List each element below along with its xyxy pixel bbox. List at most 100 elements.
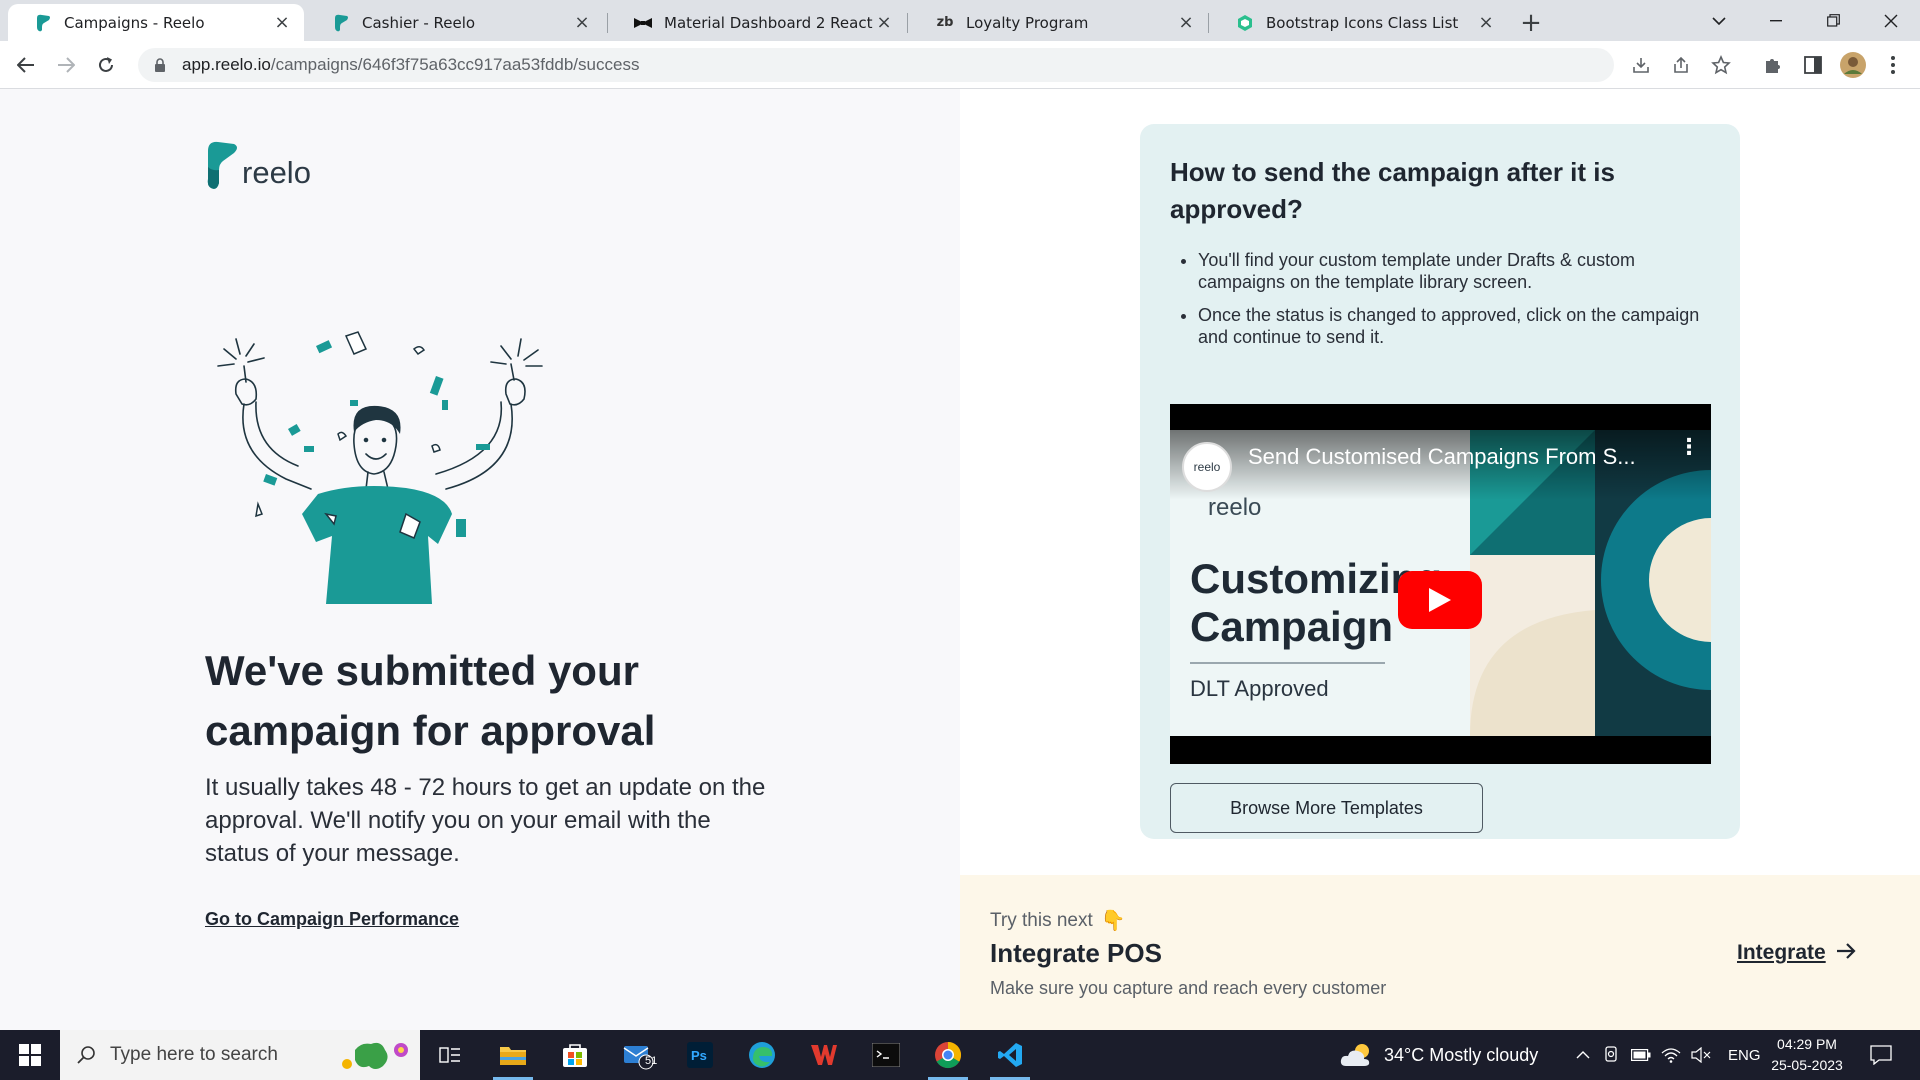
reelo-logo[interactable]: reelo bbox=[206, 139, 311, 191]
notifications-icon[interactable] bbox=[1866, 1030, 1896, 1080]
vscode-icon[interactable] bbox=[982, 1030, 1038, 1080]
try-next-label: Try this next 👇 bbox=[990, 908, 1126, 933]
pointing-hand-icon: 👇 bbox=[1100, 910, 1126, 932]
campaign-performance-link[interactable]: Go to Campaign Performance bbox=[205, 909, 459, 930]
try-next-panel: Try this next 👇 Integrate POS Make sure … bbox=[960, 875, 1920, 1030]
thumbnail-subtitle: DLT Approved bbox=[1190, 676, 1329, 701]
card-title: How to send the campaign after it is app… bbox=[1170, 157, 1615, 224]
tab-cashier-reelo[interactable]: Cashier - Reelo × bbox=[306, 4, 604, 41]
approval-description: It usually takes 48 - 72 hours to get an… bbox=[205, 774, 766, 867]
extensions-puzzle-icon[interactable] bbox=[1760, 52, 1786, 78]
reload-button[interactable] bbox=[90, 49, 122, 81]
thumbnail-brand: reelo bbox=[1208, 494, 1262, 521]
play-button-icon[interactable] bbox=[1398, 571, 1482, 629]
list-item: You'll find your custom template under D… bbox=[1198, 249, 1708, 293]
browser-toolbar: app.reelo.io/campaigns/646f3f75a63cc917a… bbox=[0, 41, 1920, 89]
wifi-icon[interactable] bbox=[1656, 1047, 1686, 1063]
share-icon[interactable] bbox=[1668, 52, 1694, 78]
wps-office-icon[interactable] bbox=[796, 1030, 852, 1080]
clock-time: 04:29 PM bbox=[1777, 1036, 1837, 1052]
weather-widget[interactable]: 34°C Mostly cloudy bbox=[1340, 1030, 1538, 1080]
meet-now-icon[interactable] bbox=[1596, 1046, 1626, 1064]
cloudy-weather-icon bbox=[1340, 1044, 1370, 1066]
microsoft-store-icon[interactable] bbox=[547, 1030, 603, 1080]
close-window-button[interactable] bbox=[1862, 0, 1920, 41]
task-view-icon[interactable] bbox=[422, 1030, 478, 1080]
chrome-icon[interactable] bbox=[920, 1030, 976, 1080]
search-placeholder: Type here to search bbox=[110, 1044, 278, 1065]
guide-panel: How to send the campaign after it is app… bbox=[960, 89, 1920, 1030]
side-panel-icon[interactable] bbox=[1800, 52, 1826, 78]
close-tab-icon[interactable]: × bbox=[874, 12, 894, 33]
browse-templates-button[interactable]: Browse More Templates bbox=[1170, 783, 1483, 833]
terminal-icon[interactable] bbox=[858, 1030, 914, 1080]
more-options-icon[interactable]: ⋮ bbox=[1678, 437, 1700, 470]
mail-badge: 51 bbox=[645, 1055, 658, 1067]
show-hidden-icons-chevron-icon[interactable] bbox=[1570, 1051, 1596, 1059]
language-indicator[interactable]: ENG bbox=[1728, 1047, 1761, 1064]
start-button[interactable] bbox=[0, 1030, 60, 1080]
system-clock[interactable]: 04:29 PM 25-05-2023 bbox=[1762, 1034, 1852, 1076]
close-tab-icon[interactable]: × bbox=[1476, 12, 1496, 33]
forward-button[interactable] bbox=[50, 49, 82, 81]
tab-title: Loyalty Program bbox=[966, 13, 1089, 32]
tab-campaigns-reelo[interactable]: Campaigns - Reelo × bbox=[8, 4, 304, 41]
tab-bootstrap-icons[interactable]: Bootstrap Icons Class List × bbox=[1210, 4, 1508, 41]
back-button[interactable] bbox=[10, 49, 42, 81]
close-tab-icon[interactable]: × bbox=[572, 12, 592, 33]
hexagon-favicon-icon bbox=[1236, 14, 1254, 32]
minimize-button[interactable] bbox=[1747, 0, 1805, 41]
address-bar[interactable]: app.reelo.io/campaigns/646f3f75a63cc917a… bbox=[138, 48, 1614, 82]
clock-date: 25-05-2023 bbox=[1771, 1057, 1843, 1073]
search-highlight-icon bbox=[342, 1042, 408, 1069]
browser-menu-icon[interactable] bbox=[1880, 52, 1906, 78]
install-download-icon[interactable] bbox=[1628, 52, 1654, 78]
edge-icon[interactable] bbox=[734, 1030, 790, 1080]
page-content: reelo We've submitted your campaign for … bbox=[0, 89, 1920, 1030]
integrate-link-text: Integrate bbox=[1737, 941, 1826, 964]
instructions-list: You'll find your custom template under D… bbox=[1198, 249, 1708, 359]
svg-text:Ps: Ps bbox=[691, 1048, 707, 1063]
lock-icon bbox=[152, 57, 168, 73]
success-panel: reelo We've submitted your campaign for … bbox=[0, 89, 960, 1030]
video-thumbnail[interactable]: reelo Send Customised Campaigns From S..… bbox=[1170, 430, 1711, 736]
battery-icon[interactable] bbox=[1626, 1049, 1656, 1061]
restore-button[interactable] bbox=[1804, 0, 1862, 41]
celebration-illustration bbox=[217, 331, 543, 604]
bookmark-star-icon[interactable] bbox=[1708, 52, 1734, 78]
integrate-pos-subtitle: Make sure you capture and reach every cu… bbox=[990, 978, 1387, 998]
tab-title: Cashier - Reelo bbox=[362, 13, 476, 32]
youtube-video-embed[interactable]: reelo Send Customised Campaigns From S..… bbox=[1170, 404, 1711, 764]
mail-icon[interactable]: 51 bbox=[610, 1030, 666, 1080]
list-item: Once the status is changed to approved, … bbox=[1198, 304, 1708, 348]
bowtie-favicon-icon bbox=[634, 14, 652, 32]
tab-loyalty-program[interactable]: zb Loyalty Program × bbox=[910, 4, 1208, 41]
tab-material-dashboard[interactable]: Material Dashboard 2 React × bbox=[608, 4, 906, 41]
taskbar-search-box[interactable]: Type here to search bbox=[60, 1030, 420, 1080]
tab-separator bbox=[907, 13, 908, 33]
tab-search-chevron-icon[interactable] bbox=[1690, 0, 1748, 41]
tray-icons: ENG bbox=[1570, 1030, 1761, 1080]
file-explorer-icon[interactable] bbox=[485, 1030, 541, 1080]
tab-title: Campaigns - Reelo bbox=[64, 13, 205, 32]
page-title: We've submitted your campaign for approv… bbox=[205, 647, 656, 754]
search-icon bbox=[77, 1046, 95, 1064]
url-text: app.reelo.io/campaigns/646f3f75a63cc917a… bbox=[182, 55, 640, 74]
zb-favicon-icon: zb bbox=[936, 15, 954, 30]
integrate-link[interactable]: Integrate bbox=[1737, 939, 1856, 967]
profile-avatar-icon[interactable] bbox=[1840, 52, 1866, 78]
how-to-send-card: How to send the campaign after it is app… bbox=[1140, 124, 1740, 839]
integrate-pos-title: Integrate POS bbox=[990, 938, 1162, 968]
windows-taskbar: Type here to search 51 Ps 34°C Mostly cl… bbox=[0, 1030, 1920, 1080]
channel-avatar[interactable]: reelo bbox=[1182, 442, 1232, 492]
volume-muted-icon[interactable] bbox=[1686, 1047, 1716, 1063]
close-tab-icon[interactable]: × bbox=[272, 12, 292, 33]
logo-text: reelo bbox=[242, 155, 311, 190]
photoshop-icon[interactable]: Ps bbox=[672, 1030, 728, 1080]
new-tab-button[interactable]: + bbox=[1516, 8, 1546, 38]
tab-title: Material Dashboard 2 React bbox=[664, 13, 873, 32]
arrow-right-icon bbox=[1836, 939, 1856, 967]
try-next-text: Try this next bbox=[990, 909, 1093, 931]
close-tab-icon[interactable]: × bbox=[1176, 12, 1196, 33]
video-title[interactable]: Send Customised Campaigns From S... bbox=[1248, 444, 1636, 470]
